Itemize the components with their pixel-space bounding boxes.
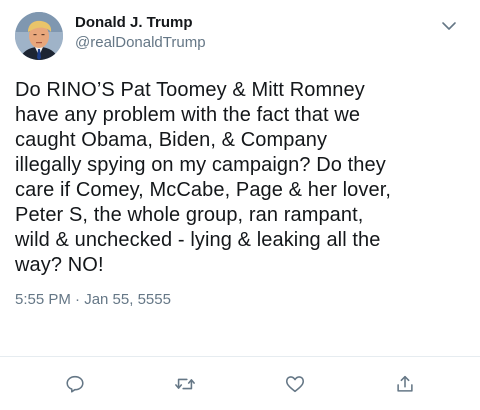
divider: [0, 356, 480, 357]
tweet-text: Do RINO’S Pat Toomey & Mitt Romney have …: [15, 79, 392, 276]
like-button[interactable]: [279, 368, 311, 400]
author-display-name[interactable]: Donald J. Trump: [75, 13, 206, 33]
chevron-down-icon[interactable]: [439, 16, 459, 36]
action-bar: [0, 368, 480, 400]
tweet-timestamp[interactable]: 5:55 PM · Jan 55, 5555: [15, 290, 465, 310]
share-icon: [397, 375, 413, 392]
reply-button[interactable]: [59, 368, 91, 400]
retweet-icon: [175, 378, 195, 390]
share-button[interactable]: [389, 368, 421, 400]
author-names: Donald J. Trump @realDonaldTrump: [75, 13, 206, 53]
retweet-button[interactable]: [169, 368, 201, 400]
author-handle[interactable]: @realDonaldTrump: [75, 33, 206, 53]
tweet-header: Donald J. Trump @realDonaldTrump: [15, 8, 465, 64]
avatar[interactable]: [15, 12, 63, 60]
like-icon: [285, 376, 305, 393]
reply-icon: [66, 375, 84, 393]
tweet-card: Donald J. Trump @realDonaldTrump Do RINO…: [0, 0, 480, 410]
avatar-image: [15, 12, 63, 60]
